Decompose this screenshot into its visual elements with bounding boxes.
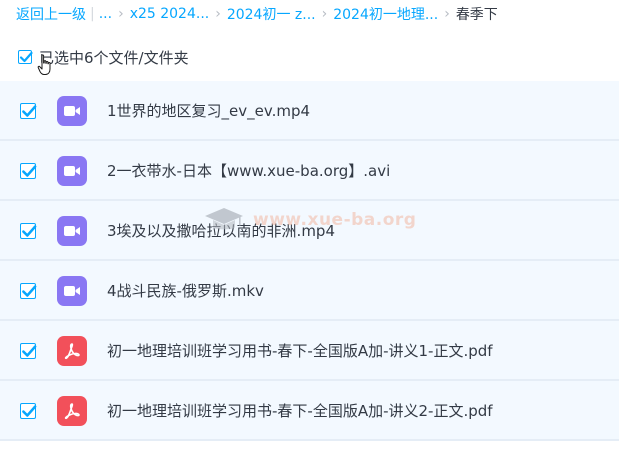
file-checkbox[interactable]	[20, 343, 37, 359]
file-checkbox[interactable]	[20, 223, 37, 239]
file-checkbox[interactable]	[20, 163, 37, 179]
pdf-file-icon	[57, 396, 87, 426]
back-link[interactable]: 返回上一级	[16, 4, 86, 24]
select-all-checkbox[interactable]	[18, 50, 33, 64]
file-name[interactable]: 初一地理培训班学习用书-春下-全国版A加-讲义2-正文.pdf	[107, 381, 493, 441]
video-file-icon	[57, 96, 87, 126]
file-row[interactable]: 2一衣带水-日本【www.xue-ba.org】.avi	[0, 141, 619, 201]
breadcrumb-item-3[interactable]: 2024初一地理...	[333, 4, 438, 24]
breadcrumb-item-2[interactable]: 2024初一 z...	[227, 4, 316, 24]
pdf-file-icon	[57, 336, 87, 366]
file-row[interactable]: 1世界的地区复习_ev_ev.mp4	[0, 81, 619, 141]
file-checkbox[interactable]	[20, 403, 37, 419]
checkmark-icon	[22, 225, 37, 237]
checkmark-icon	[22, 165, 37, 177]
chevron-right-icon: ›	[321, 6, 328, 22]
file-name[interactable]: 初一地理培训班学习用书-春下-全国版A加-讲义1-正文.pdf	[107, 321, 493, 381]
chevron-right-icon: ›	[118, 6, 124, 22]
file-name[interactable]: 3埃及以及撒哈拉以南的非洲.mp4	[107, 201, 335, 261]
checkmark-icon	[22, 285, 37, 297]
breadcrumb-current: 春季下	[455, 7, 498, 23]
file-list: 1世界的地区复习_ev_ev.mp4 2一衣带水-日本【www.xue-ba.o…	[0, 81, 619, 441]
file-checkbox[interactable]	[20, 283, 37, 299]
hand-pointer-icon	[37, 54, 51, 75]
video-file-icon	[57, 156, 87, 186]
chevron-right-icon: ›	[215, 6, 221, 22]
breadcrumb-item-1[interactable]: x25 2024...	[130, 6, 210, 22]
file-row[interactable]: 初一地理培训班学习用书-春下-全国版A加-讲义2-正文.pdf	[0, 381, 619, 441]
file-browser: 返回上一级 | ... › x25 2024... › 2024初一 z... …	[0, 0, 619, 457]
file-row[interactable]: 4战斗民族-俄罗斯.mkv	[0, 261, 619, 321]
breadcrumb: 返回上一级 | ... › x25 2024... › 2024初一 z... …	[16, 0, 498, 28]
video-file-icon	[57, 216, 87, 246]
selection-count-label: 已选中6个文件/文件夹	[39, 48, 189, 67]
file-checkbox[interactable]	[20, 103, 37, 119]
breadcrumb-ellipsis[interactable]: ...	[99, 6, 112, 22]
file-row[interactable]: 初一地理培训班学习用书-春下-全国版A加-讲义1-正文.pdf	[0, 321, 619, 381]
file-row[interactable]: 3埃及以及撒哈拉以南的非洲.mp4	[0, 201, 619, 261]
file-name[interactable]: 2一衣带水-日本【www.xue-ba.org】.avi	[107, 141, 390, 201]
checkmark-icon	[22, 405, 37, 417]
breadcrumb-divider: |	[90, 6, 95, 22]
checkmark-icon	[22, 345, 37, 357]
file-name[interactable]: 1世界的地区复习_ev_ev.mp4	[107, 81, 310, 141]
checkmark-icon	[19, 51, 33, 63]
checkmark-icon	[22, 105, 37, 117]
video-file-icon	[57, 276, 87, 306]
file-name[interactable]: 4战斗民族-俄罗斯.mkv	[107, 261, 264, 321]
chevron-right-icon: ›	[444, 6, 450, 22]
